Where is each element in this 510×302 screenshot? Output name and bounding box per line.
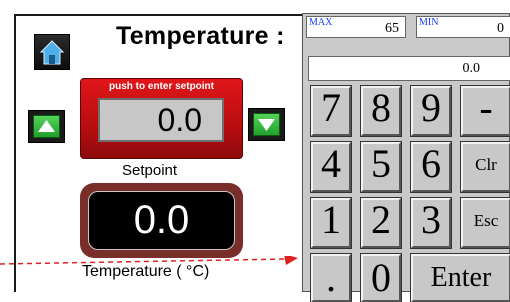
up-arrow-icon <box>38 120 55 132</box>
setpoint-value: 0.0 <box>98 98 224 142</box>
key-2[interactable]: 2 <box>360 197 402 249</box>
home-icon <box>39 40 65 65</box>
key-6[interactable]: 6 <box>410 141 452 193</box>
down-arrow-icon <box>258 119 275 131</box>
keypad-display: 0.0 <box>308 56 510 81</box>
setpoint-up-button[interactable] <box>28 110 65 143</box>
setpoint-hint: push to enter setpoint <box>109 81 214 92</box>
pointer-arrow <box>0 256 298 265</box>
key-0[interactable]: 0 <box>360 253 402 302</box>
key-enter[interactable]: Enter <box>410 253 510 302</box>
page-title: Temperature : <box>116 22 285 50</box>
key-escape[interactable]: Esc <box>460 197 510 249</box>
max-value: 65 <box>385 21 399 36</box>
key-9[interactable]: 9 <box>410 85 452 137</box>
key-5[interactable]: 5 <box>360 141 402 193</box>
temperature-display: 0.0 <box>80 183 243 258</box>
setpoint-entry[interactable]: push to enter setpoint 0.0 <box>80 78 243 159</box>
temperature-value: 0.0 <box>88 191 235 250</box>
key-minus[interactable]: - <box>460 85 510 137</box>
key-3[interactable]: 3 <box>410 197 452 249</box>
setpoint-label: Setpoint <box>122 162 178 179</box>
home-button[interactable] <box>34 34 70 70</box>
key-1[interactable]: 1 <box>310 197 352 249</box>
min-value: 0 <box>497 21 504 36</box>
key-clear[interactable]: Clr <box>460 141 510 193</box>
max-label: MAX <box>309 17 333 28</box>
key-dot[interactable]: . <box>310 253 352 302</box>
min-label: MIN <box>419 17 439 28</box>
max-limit: MAX 65 <box>306 16 406 38</box>
key-8[interactable]: 8 <box>360 85 402 137</box>
setpoint-down-button[interactable] <box>248 108 285 141</box>
numeric-keypad: MAX 65 MIN 0 0.0 7 8 9 - 4 5 6 Clr 1 2 3… <box>302 13 510 302</box>
min-limit: MIN 0 <box>416 16 510 38</box>
key-7[interactable]: 7 <box>310 85 352 137</box>
key-4[interactable]: 4 <box>310 141 352 193</box>
